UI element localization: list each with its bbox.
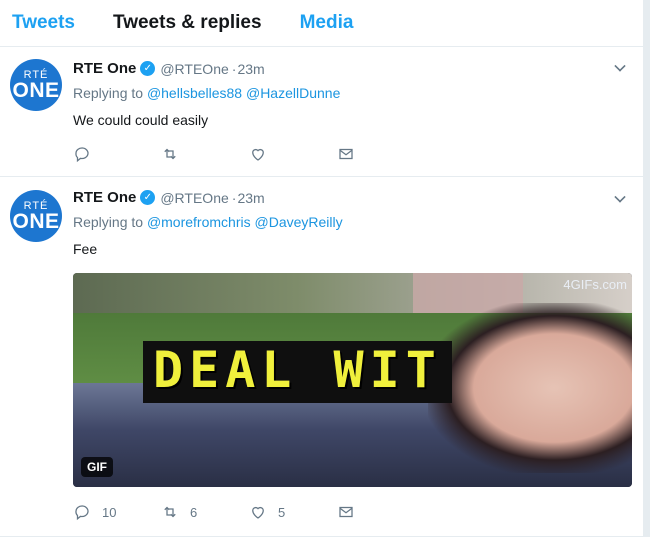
gif-media[interactable]: DEAL WIT 4GIFs.com GIF	[73, 273, 632, 487]
tab-tweets[interactable]: Tweets	[12, 12, 75, 34]
retweet-icon	[164, 506, 176, 518]
reply-button[interactable]: 10	[73, 503, 161, 521]
replying-label: Replying to	[73, 214, 144, 230]
tab-media[interactable]: Media	[300, 12, 354, 34]
direct-message-button[interactable]	[337, 503, 425, 521]
replying-to: Replying to @hellsbelles88 @HazellDunne	[73, 85, 629, 103]
retweet-icon	[164, 148, 176, 160]
gif-person	[428, 303, 632, 473]
reply-button[interactable]	[73, 145, 161, 163]
avatar-logo-bottom: ONE	[12, 78, 60, 102]
retweet-button[interactable]	[161, 145, 249, 163]
tweet-header: RTE One ✓ @RTEOne · 23m	[73, 59, 629, 78]
verified-icon: ✓	[140, 190, 156, 205]
mention-link[interactable]: @morefromchris	[147, 214, 251, 230]
author-handle[interactable]: @RTEOne	[160, 61, 228, 77]
avatar[interactable]: RTÉ ONE	[10, 59, 62, 111]
like-icon	[252, 506, 264, 519]
tweet-text: Fee	[73, 241, 98, 257]
direct-message-button[interactable]	[337, 145, 425, 163]
reply-icon	[75, 147, 89, 163]
author-handle[interactable]: @RTEOne	[160, 190, 228, 206]
avatar-logo-bottom: ONE	[12, 209, 60, 233]
timestamp[interactable]: 23m	[237, 190, 264, 206]
mention-link[interactable]: @HazellDunne	[246, 85, 340, 101]
profile-tabs: Tweets Tweets & replies Media	[0, 0, 643, 47]
gif-caption: DEAL WIT	[143, 341, 452, 403]
tab-tweets-replies[interactable]: Tweets & replies	[113, 12, 262, 34]
tweet[interactable]: RTÉ ONE RTE One ✓ @RTEOne · 23m Replying…	[0, 47, 643, 177]
like-button[interactable]: 5	[249, 503, 337, 521]
gif-badge: GIF	[81, 457, 113, 477]
mention-link[interactable]: @DaveyReilly	[255, 214, 343, 230]
timestamp[interactable]: 23m	[237, 61, 264, 77]
timeline: Tweets Tweets & replies Media RTÉ ONE RT…	[0, 0, 644, 537]
verified-icon: ✓	[140, 61, 156, 76]
author-name[interactable]: RTE One	[73, 60, 136, 77]
tweet-actions	[73, 145, 425, 163]
separator-dot: ·	[231, 60, 237, 77]
tweet[interactable]: RTÉ ONE RTE One ✓ @RTEOne · 23m Replying…	[0, 177, 643, 537]
reply-count: 10	[102, 504, 117, 520]
like-count: 5	[278, 504, 286, 520]
author-name[interactable]: RTE One	[73, 189, 136, 206]
retweet-button[interactable]: 6	[161, 503, 249, 521]
gif-watermark: 4GIFs.com	[563, 277, 627, 292]
message-icon	[339, 506, 353, 518]
reply-icon	[75, 505, 89, 521]
like-button[interactable]	[249, 145, 337, 163]
replying-to: Replying to @morefromchris @DaveyReilly	[73, 214, 629, 232]
replying-label: Replying to	[73, 85, 144, 101]
avatar[interactable]: RTÉ ONE	[10, 190, 62, 242]
mention-link[interactable]: @hellsbelles88	[147, 85, 242, 101]
separator-dot: ·	[231, 189, 237, 206]
tweet-text: We could could easily	[73, 112, 209, 128]
tweet-actions: 10 6 5	[73, 503, 425, 521]
retweet-count: 6	[190, 504, 198, 520]
like-icon	[252, 148, 264, 161]
message-icon	[339, 148, 353, 160]
tweet-header: RTE One ✓ @RTEOne · 23m	[73, 188, 629, 207]
